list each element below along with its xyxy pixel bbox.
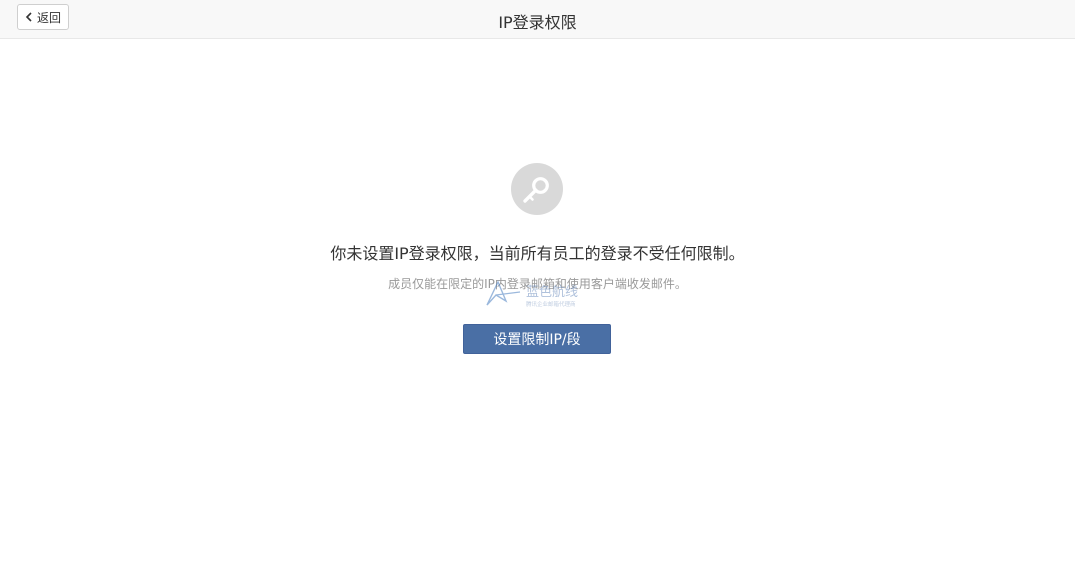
set-ip-restriction-button[interactable]: 设置限制IP/段 xyxy=(463,324,611,354)
key-icon-badge xyxy=(511,163,563,215)
key-icon xyxy=(523,177,549,203)
page-title: IP登录权限 xyxy=(498,13,577,32)
empty-state-description: 成员仅能在限定的IP内登录邮箱和使用客户端收发邮件。 xyxy=(388,277,687,291)
empty-state-message: 你未设置IP登录权限，当前所有员工的登录不受任何限制。 xyxy=(330,244,745,263)
top-bar: 返回 IP登录权限 xyxy=(0,0,1075,39)
watermark-subtext: 腾讯企业邮箱代理商 xyxy=(526,300,576,308)
